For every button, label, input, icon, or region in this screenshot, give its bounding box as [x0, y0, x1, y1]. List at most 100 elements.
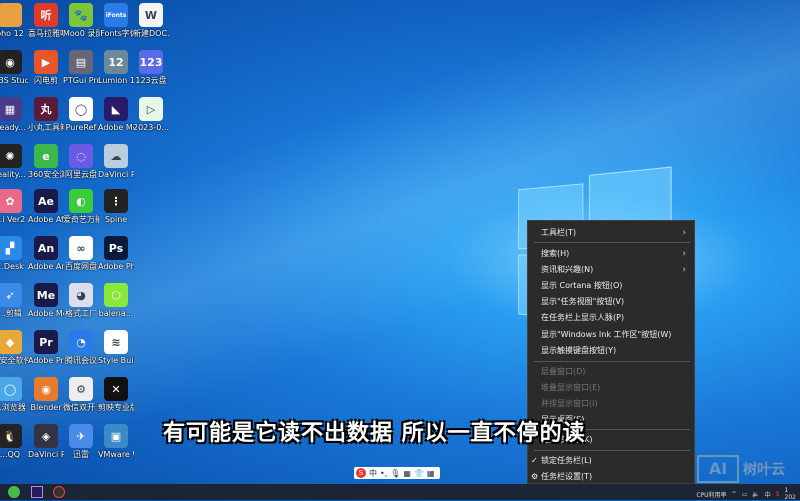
cpu-usage-label[interactable]: CPU利用率	[696, 490, 726, 499]
desktop-icon[interactable]: ◈ DaVinci Resolve	[28, 424, 64, 460]
desktop-icon-label: 腾讯会议	[65, 356, 97, 365]
ime-keyboard-icon[interactable]: ▦	[403, 469, 411, 478]
desktop-icon[interactable]: oho 12	[0, 3, 28, 39]
network-icon[interactable]: ▭	[742, 491, 748, 498]
desktop-icon[interactable]: ✈ 迅雷	[63, 424, 99, 460]
app-icon: e	[34, 144, 58, 168]
desktop-icon[interactable]: ✺ Reality... BETA 1.0	[0, 144, 28, 180]
app-icon: 🐾	[69, 3, 93, 27]
desktop-icon[interactable]: ⬡ balena...	[98, 283, 134, 319]
desktop-icon-label: PTGui Pro	[63, 76, 99, 85]
desktop-icon[interactable]: Pr Adobe Premie...	[28, 330, 64, 366]
desktop-icon-label: ...浏览器	[0, 403, 26, 412]
desktop-icon-label: 微信双开 快捷...	[63, 403, 99, 412]
desktop-icon[interactable]: ▞ ...Desk	[0, 236, 28, 272]
ime-lang-button[interactable]: 中	[369, 468, 377, 479]
menu-item-label: 层叠窗口(D)	[541, 367, 586, 376]
desktop-icon[interactable]: e 360安全浏览器	[28, 144, 64, 180]
desktop-icon[interactable]: ◉ OBS Studio	[0, 50, 28, 86]
desktop-icon[interactable]: ▦ Ready...	[0, 97, 28, 133]
desktop-icon[interactable]: An Adobe Anima...	[28, 236, 64, 272]
context-menu-item[interactable]: ⚙ 任务栏设置(T)	[531, 470, 690, 484]
desktop-icon[interactable]: ◔ 腾讯会议	[63, 330, 99, 366]
ime-toolbox-icon[interactable]: ▦	[427, 469, 435, 478]
desktop-icon[interactable]: 12 Lumion 12.0	[98, 50, 134, 86]
context-menu-item[interactable]: 并排显示窗口(I)	[541, 397, 690, 411]
desktop-icon-label: ...QQ	[0, 450, 21, 459]
desktop-icon[interactable]: 听喜马拉雅听书	[28, 3, 64, 39]
tray-ime-lang[interactable]: 中	[765, 490, 771, 499]
context-menu-item[interactable]: 堆叠显示窗口(E)	[541, 381, 690, 395]
context-menu-item[interactable]: 显示触摸键盘按钮(Y)	[541, 344, 690, 358]
desktop-icon[interactable]: ▣ VMware Workst...	[98, 424, 134, 460]
context-menu-item[interactable]: 显示 Cortana 按钮(O)	[541, 279, 690, 293]
desktop-icon[interactable]: 🐧 ...QQ	[0, 424, 28, 460]
desktop-icon[interactable]: ◕ 格式工厂	[63, 283, 99, 319]
taskbar-app-after-effects-icon[interactable]	[31, 486, 43, 498]
desktop-icon[interactable]: ▶ 闪电剪	[28, 50, 64, 86]
context-menu-item[interactable]: 显示"Windows Ink 工作区"按钮(W)	[541, 328, 690, 342]
desktop-icon-label: oho 12	[0, 29, 24, 38]
desktop-icon[interactable]: ▷ 2023-0... 15-32-1...	[133, 97, 169, 133]
desktop-icon-label: 爱奇艺万能联播	[63, 215, 99, 224]
desktop-icon[interactable]: ➶ ...剪辑	[0, 283, 28, 319]
tray-overflow-icon[interactable]: ^	[732, 491, 737, 498]
app-icon: ◯	[69, 97, 93, 121]
menu-item-label: 显示触摸键盘按钮(Y)	[541, 346, 617, 355]
app-icon: An	[34, 236, 58, 260]
app-icon: ◈	[34, 424, 58, 448]
taskbar-app-recorder-icon[interactable]	[53, 486, 65, 498]
desktop-icon[interactable]: Ae Adobe After...	[28, 189, 64, 225]
desktop-icon[interactable]: ◌ 阿里云盘	[63, 144, 99, 180]
desktop-icon[interactable]: iFonts iFonts字体助手	[98, 3, 134, 39]
context-menu-item[interactable]: ✓ 锁定任务栏(L)	[531, 454, 690, 468]
desktop-icon[interactable]: ◉ Blender	[28, 377, 64, 413]
desktop-icon[interactable]: ◆ ...安全软件	[0, 330, 28, 366]
desktop-icon[interactable]: ⋮ Spine	[98, 189, 134, 225]
taskbar-app-360-icon[interactable]	[8, 486, 20, 498]
desktop-icon[interactable]: ⚙ 微信双开 快捷...	[63, 377, 99, 413]
volume-icon[interactable]: 🔈	[752, 491, 759, 498]
context-menu-item[interactable]: 工具栏(T) ›	[541, 226, 690, 240]
context-menu-item[interactable]: 显示"任务视图"按钮(V)	[541, 295, 690, 309]
desktop-icon[interactable]: 🐾 Moo0 录屏	[63, 3, 99, 39]
desktop-icon-label: 阿里云盘	[65, 170, 97, 179]
desktop-icon[interactable]: ◯ ...浏览器	[0, 377, 28, 413]
desktop-icon[interactable]: 丸小丸工具箱	[28, 97, 64, 133]
app-icon: Pr	[34, 330, 58, 354]
desktop-icon[interactable]: ≋ Style Builder	[98, 330, 134, 366]
desktop-icon[interactable]: ◣ Adobe Media...	[98, 97, 134, 133]
desktop-icon-label: Moo0 录屏	[63, 29, 99, 38]
desktop-icon[interactable]: ✿ ...i Ver2	[0, 189, 28, 225]
desktop-icon-label: Spine	[104, 215, 128, 224]
app-icon: ▣	[104, 424, 128, 448]
desktop-icon[interactable]: ☁ DaVinci Resol...	[98, 144, 134, 180]
desktop-icon[interactable]: Me Adobe Media...	[28, 283, 64, 319]
desktop-icon[interactable]: ◐ 爱奇艺万能联播	[63, 189, 99, 225]
sogou-tray-icon[interactable]: S	[776, 491, 780, 498]
desktop-icon[interactable]: 123 123云盘	[133, 50, 169, 86]
desktop-icon[interactable]: W 新建DOC...	[133, 3, 169, 39]
desktop-icon[interactable]: ◯ PureRef	[63, 97, 99, 133]
desktop-icon[interactable]: ✕ 剪映专业版	[98, 377, 134, 413]
desktop-icon-label: ...i Ver2	[0, 215, 26, 224]
desktop-icon-label: Adobe Anima...	[28, 262, 64, 271]
context-menu-item[interactable]: 资讯和兴趣(N) ›	[541, 263, 690, 277]
desktop-icon[interactable]: ∞ 百度网盘	[63, 236, 99, 272]
ime-toolbar[interactable]: S 中 •, 🎙 ▦ 👕 ▦	[354, 467, 440, 479]
context-menu-item[interactable]: 在任务栏上显示人脉(P)	[541, 311, 690, 325]
ime-mic-icon[interactable]: 🎙	[390, 469, 400, 478]
desktop-icon[interactable]: Ps Adobe Photo...	[98, 236, 134, 272]
clock[interactable]: 1 202	[785, 487, 796, 501]
desktop-icon[interactable]: ▤ PTGui Pro	[63, 50, 99, 86]
desktop-icon-label: Adobe Media...	[28, 309, 64, 318]
context-menu-item[interactable]: 搜索(H) ›	[541, 247, 690, 261]
menu-item-label: 并排显示窗口(I)	[541, 399, 598, 408]
ime-skin-icon[interactable]: 👕	[414, 469, 424, 478]
app-icon: ◐	[69, 189, 93, 213]
app-icon: ▶	[34, 50, 58, 74]
menu-item-label: 工具栏(T)	[541, 228, 577, 237]
context-menu-item[interactable]: 层叠窗口(D)	[541, 365, 690, 379]
taskbar[interactable]	[0, 484, 800, 500]
ime-punct-icon[interactable]: •,	[380, 469, 387, 478]
